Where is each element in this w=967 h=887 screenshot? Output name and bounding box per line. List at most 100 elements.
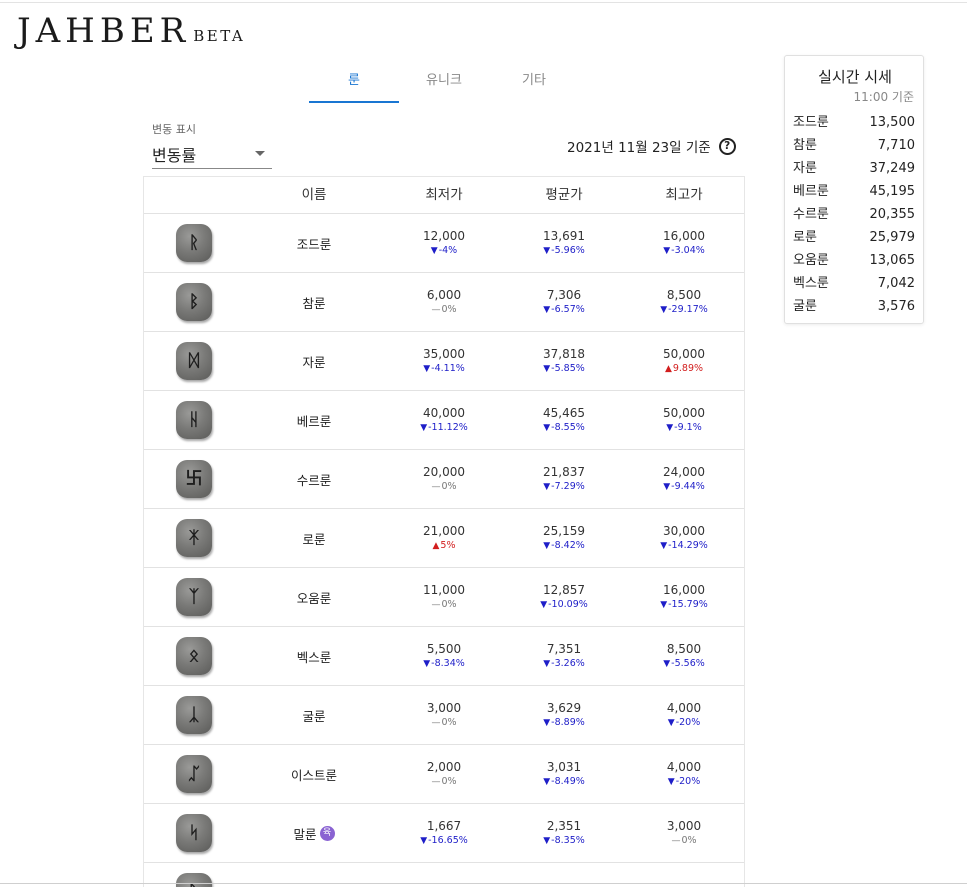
avg-price-cell: 7,351 ▼-3.26%	[504, 642, 624, 671]
realtime-rune-price: 7,710	[877, 138, 915, 153]
table-row[interactable]: ᛉ 오움룬 11,000 —0% 12,857 ▼-10.09% 16,000 ▼-15.79…	[144, 568, 744, 627]
arrow-down-icon: ▼	[540, 599, 548, 610]
table-row[interactable]: ᚺ 베르룬 40,000 ▼-11.12% 45,465 ▼-8.55% 50,000 ▼-9…	[144, 391, 744, 450]
low-price-cell: 20,000 —0%	[384, 465, 504, 494]
high-price: 4,000	[666, 759, 702, 774]
table-row[interactable]: ᛡ 로룬 21,000 ▲5% 25,159 ▼-8.42% 30,000 ▼-14.29%	[144, 509, 744, 568]
realtime-price-row[interactable]: 조드룬 13,500	[793, 113, 915, 136]
rune-name-cell: 로룬	[244, 529, 384, 548]
rune-icon: ᛒ	[176, 283, 212, 321]
realtime-price-row[interactable]: 참룬 7,710	[793, 136, 915, 159]
date-reference: 2021년 11월 23일 기준 ?	[567, 136, 736, 156]
high-price: 8,500	[666, 641, 702, 656]
rune-name[interactable]: 로룬	[302, 529, 325, 548]
rune-name-cell: 수르룬	[244, 470, 384, 489]
table-row[interactable]: ᚱ 조드룬 12,000 ▼-4% 13,691 ▼-5.96% 16,000 ▼-3.04%	[144, 214, 744, 273]
rune-name[interactable]: 참룬	[302, 293, 325, 312]
avg-price-cell: 45,465 ▼-8.55%	[504, 406, 624, 435]
arrow-down-icon: ▼	[430, 245, 438, 256]
rune-cell: ᛣ	[144, 696, 244, 734]
high-price: 24,000	[663, 464, 705, 479]
high-price-change: ▼-15.79%	[660, 598, 708, 610]
avg-price: 7,351	[546, 641, 582, 656]
high-price-change: ▼-9.1%	[666, 421, 702, 433]
realtime-price-row[interactable]: 굴룬 3,576	[793, 297, 915, 320]
dash-icon: —	[431, 304, 441, 315]
rune-name[interactable]: 이스트룬	[291, 765, 337, 784]
tab-unique[interactable]: 유니크	[399, 62, 489, 103]
question-circle-icon[interactable]: ?	[718, 137, 736, 155]
rune-icon: ᛋ	[176, 814, 212, 852]
rune-name[interactable]: 수르룬	[297, 470, 332, 489]
rune-name[interactable]: 벡스룬	[297, 647, 332, 666]
low-price-cell: 12,000 ▼-4%	[384, 229, 504, 258]
table-row[interactable]: ᛋ 말룬 육 1,667 ▼-16.65% 2,351 ▼-8.35% 3,000 —0%	[144, 804, 744, 863]
realtime-rune-name: 오움룬	[793, 253, 829, 268]
rune-icon: ᛟ	[176, 637, 212, 675]
logo-text: JAHBER	[17, 11, 191, 51]
avg-price: 3,629	[546, 700, 582, 715]
change-display-select[interactable]: 변동률	[152, 140, 272, 169]
rune-name-cell: 참룬	[244, 293, 384, 312]
high-price-cell: 16,000 ▼-3.04%	[624, 229, 744, 258]
table-row[interactable]: ᛞ 자룬 35,000 ▼-4.11% 37,818 ▼-5.85% 50,000 ▲9.89…	[144, 332, 744, 391]
high-price-cell: 4,000 ▼-20%	[624, 760, 744, 789]
panel-title: 실시간 시세	[818, 68, 892, 86]
site-logo[interactable]: JAHBER BETA	[17, 12, 245, 50]
avg-price-change: ▼-8.89%	[543, 716, 585, 728]
rune-name-cell: 오움룬	[244, 588, 384, 607]
realtime-price-row[interactable]: 벡스룬 7,042	[793, 274, 915, 297]
high-price-change: ▼-29.17%	[660, 303, 708, 315]
table-row[interactable]: ᛢ 이스트룬 2,000 —0% 3,031 ▼-8.49% 4,000 ▼-20%	[144, 745, 744, 804]
realtime-price-row[interactable]: 자룬 37,249	[793, 159, 915, 182]
panel-time: 11:00 기준	[853, 90, 914, 104]
low-price-change: ▼-4.11%	[423, 362, 465, 374]
avg-price-change: ▼-5.96%	[543, 244, 585, 256]
rune-name[interactable]: 자룬	[302, 352, 325, 371]
avg-price-change: ▼-8.49%	[543, 775, 585, 787]
high-price-cell: 30,000 ▼-14.29%	[624, 524, 744, 553]
rune-cell: ᛒ	[144, 283, 244, 321]
avg-price-cell: 25,159 ▼-8.42%	[504, 524, 624, 553]
date-text: 2021년 11월 23일 기준	[567, 140, 711, 156]
arrow-down-icon: ▼	[543, 304, 551, 315]
rune-name-cell: 말룬 육	[244, 824, 384, 843]
rune-price-table: 이름 최저가 평균가 최고가 ᚱ 조드룬 12,000 ▼-4% 13,691 ▼-5.9…	[143, 176, 745, 887]
rune-name[interactable]: 굴룬	[302, 706, 325, 725]
header-high[interactable]: 최고가	[624, 177, 744, 213]
avg-price-change: ▼-8.35%	[543, 834, 585, 846]
table-row[interactable]: ᛟ 벡스룬 5,500 ▼-8.34% 7,351 ▼-3.26% 8,500 ▼-5.56%	[144, 627, 744, 686]
tab-rune[interactable]: 룬	[309, 62, 399, 103]
tab-etc[interactable]: 기타	[489, 62, 579, 103]
avg-price-change: ▼-5.85%	[543, 362, 585, 374]
high-price-cell: 4,000 ▼-20%	[624, 701, 744, 730]
header-low[interactable]: 최저가	[384, 177, 504, 213]
realtime-price-row[interactable]: 수르룬 20,355	[793, 205, 915, 228]
dash-icon: —	[431, 717, 441, 728]
avg-price-cell: 3,629 ▼-8.89%	[504, 701, 624, 730]
rune-name[interactable]: 말룬	[293, 824, 316, 843]
rune-icon: ᛣ	[176, 696, 212, 734]
low-price-change: ▼-4%	[430, 244, 458, 256]
realtime-price-row[interactable]: 로룬 25,979	[793, 228, 915, 251]
rune-name[interactable]: 오움룬	[297, 588, 332, 607]
table-row[interactable]: 卐 수르룬 20,000 —0% 21,837 ▼-7.29% 24,000 ▼-9.44%	[144, 450, 744, 509]
arrow-down-icon: ▼	[420, 422, 428, 433]
table-row[interactable]: ᛣ 굴룬 3,000 —0% 3,629 ▼-8.89% 4,000 ▼-20%	[144, 686, 744, 745]
realtime-price-row[interactable]: 오움룬 13,065	[793, 251, 915, 274]
rune-icon: ᚢ	[176, 873, 212, 887]
arrow-down-icon: ▼	[543, 363, 551, 374]
high-price: 4,000	[666, 700, 702, 715]
rune-name[interactable]: 베르룬	[297, 411, 332, 430]
high-price-change: ▼-14.29%	[660, 539, 708, 551]
low-price-change: ▼-16.65%	[420, 834, 468, 846]
high-price: 8,500	[666, 287, 702, 302]
high-price: 30,000	[663, 523, 705, 538]
realtime-rune-price: 13,065	[869, 253, 916, 268]
rune-badge: 육	[319, 825, 335, 841]
realtime-rune-name: 자룬	[793, 161, 817, 176]
table-row[interactable]: ᛒ 참룬 6,000 —0% 7,306 ▼-6.57% 8,500 ▼-29.17%	[144, 273, 744, 332]
realtime-price-row[interactable]: 베르룬 45,195	[793, 182, 915, 205]
rune-name[interactable]: 조드룬	[297, 234, 332, 253]
header-avg[interactable]: 평균가	[504, 177, 624, 213]
